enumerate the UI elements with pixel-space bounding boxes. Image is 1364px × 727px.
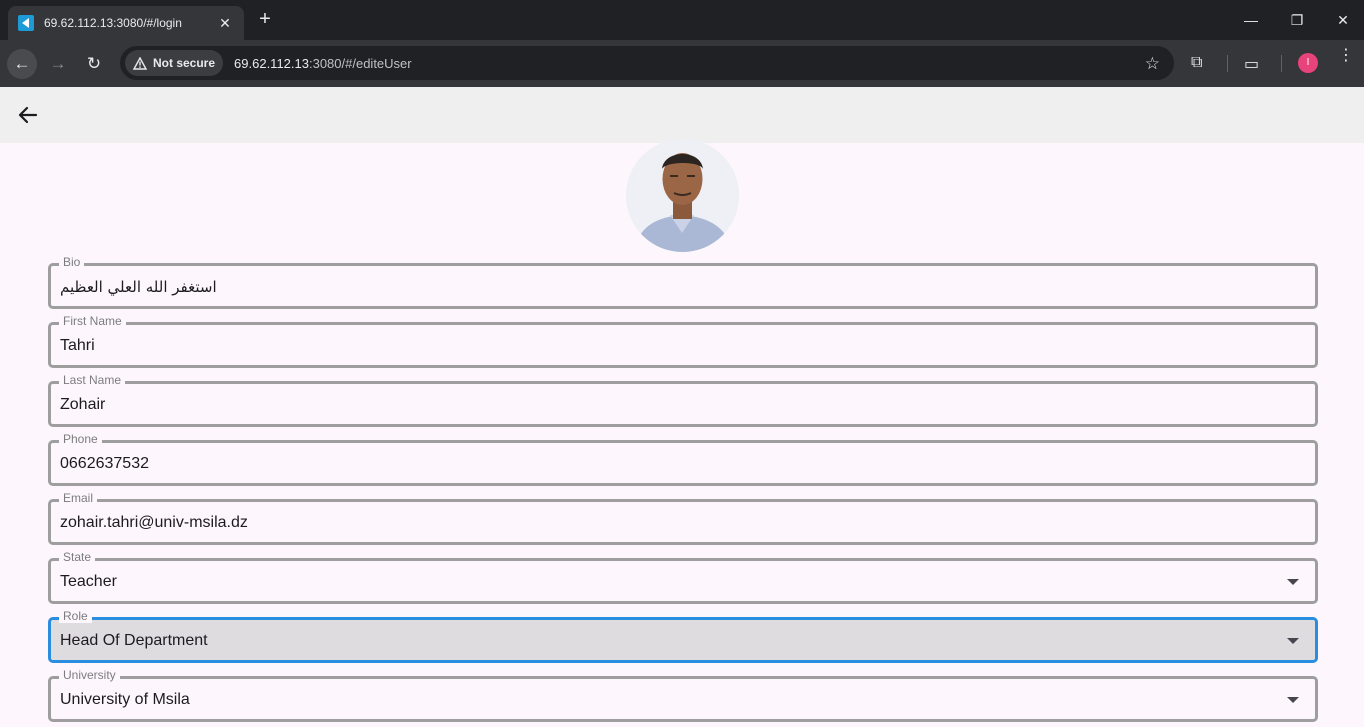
- security-chip[interactable]: Not secure: [125, 50, 224, 76]
- browser-forward-button[interactable]: →: [43, 49, 73, 79]
- close-tab-icon[interactable]: ✕: [216, 15, 234, 32]
- browser-tab-bar: 69.62.112.13:3080/#/login ✕ + — ❐ ✕: [0, 0, 1364, 40]
- bookmark-star-icon[interactable]: ☆: [1145, 54, 1160, 74]
- phone-value[interactable]: 0662637532: [60, 455, 149, 473]
- user-avatar[interactable]: [626, 139, 739, 252]
- email-label: Email: [59, 491, 98, 505]
- tab-search-icon[interactable]: ▭: [1244, 54, 1259, 74]
- bio-label: Bio: [59, 255, 85, 269]
- url-host: 69.62.112.13: [234, 55, 309, 71]
- address-bar[interactable]: Not secure 69.62.112.13:3080/#/editeUser…: [120, 46, 1174, 80]
- extensions-icon[interactable]: ⧉: [1191, 54, 1202, 72]
- state-label: State: [59, 550, 96, 564]
- first-name-label: First Name: [59, 314, 126, 328]
- email-field[interactable]: Email zohair.tahri@univ-msila.dz: [48, 491, 1318, 545]
- role-value: Head Of Department: [60, 632, 208, 649]
- browser-tab[interactable]: 69.62.112.13:3080/#/login ✕: [8, 6, 244, 40]
- security-label: Not secure: [153, 56, 216, 70]
- close-window-button[interactable]: ✕: [1320, 0, 1364, 40]
- tab-title: 69.62.112.13:3080/#/login: [44, 16, 182, 30]
- first-name-field[interactable]: First Name Tahri: [48, 314, 1318, 368]
- dropdown-arrow-icon[interactable]: [1287, 638, 1299, 644]
- back-arrow-icon[interactable]: [14, 101, 42, 129]
- last-name-field[interactable]: Last Name Zohair: [48, 373, 1318, 427]
- state-dropdown[interactable]: State Teacher: [48, 550, 1318, 604]
- role-label: Role: [59, 609, 92, 623]
- dropdown-arrow-icon[interactable]: [1287, 697, 1299, 703]
- toolbar-divider: [1281, 55, 1282, 72]
- first-name-value[interactable]: Tahri: [60, 337, 95, 355]
- university-label: University: [59, 668, 120, 682]
- reload-button[interactable]: ↻: [79, 49, 109, 79]
- new-tab-button[interactable]: +: [254, 8, 276, 30]
- browser-menu-icon[interactable]: ⋮: [1338, 48, 1354, 64]
- university-dropdown[interactable]: University University of Msila: [48, 668, 1318, 722]
- toolbar-divider: [1227, 55, 1228, 72]
- browser-toolbar: ← → ↻ Not secure 69.62.112.13:3080/#/edi…: [0, 40, 1364, 87]
- url-path: :3080/#/editeUser: [308, 55, 412, 71]
- dropdown-arrow-icon[interactable]: [1287, 579, 1299, 585]
- restore-button[interactable]: ❐: [1274, 0, 1320, 40]
- last-name-label: Last Name: [59, 373, 126, 387]
- email-value[interactable]: zohair.tahri@univ-msila.dz: [60, 514, 248, 532]
- bio-value[interactable]: استغفر الله العلي العظيم: [60, 278, 217, 296]
- flutter-favicon-icon: [18, 15, 34, 31]
- app-bar: [0, 87, 1364, 143]
- role-dropdown[interactable]: Role Head Of Department: [48, 609, 1318, 663]
- warning-icon: [133, 56, 147, 70]
- minimize-button[interactable]: —: [1228, 0, 1274, 40]
- phone-field[interactable]: Phone 0662637532: [48, 432, 1318, 486]
- profile-avatar[interactable]: I: [1298, 53, 1318, 73]
- last-name-value[interactable]: Zohair: [60, 396, 105, 414]
- university-value: University of Msila: [60, 691, 190, 708]
- state-value: Teacher: [60, 573, 117, 590]
- bio-field[interactable]: Bio استغفر الله العلي العظيم: [48, 255, 1318, 309]
- phone-label: Phone: [59, 432, 102, 446]
- url-text[interactable]: 69.62.112.13:3080/#/editeUser: [234, 56, 412, 71]
- browser-back-button[interactable]: ←: [7, 49, 37, 79]
